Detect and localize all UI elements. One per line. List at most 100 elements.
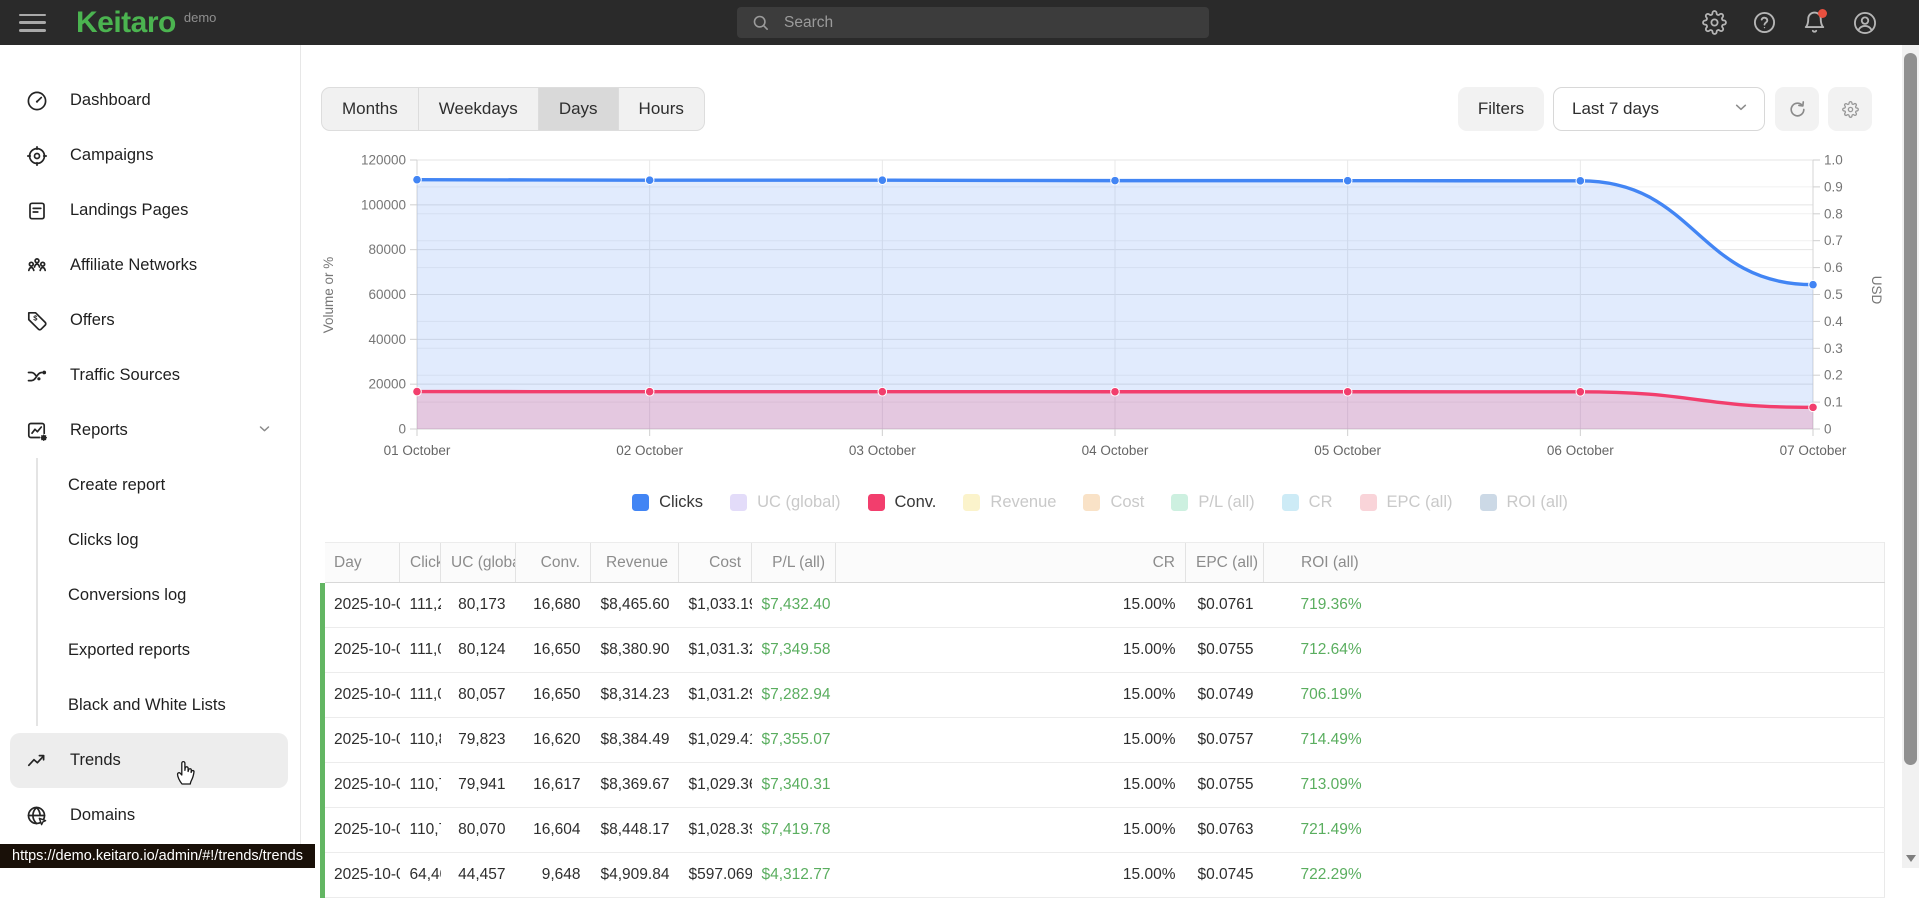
sidebar-item-affiliate-networks[interactable]: Affiliate Networks — [0, 238, 300, 293]
search-input[interactable] — [782, 12, 1209, 33]
svg-text:01 October: 01 October — [384, 443, 451, 458]
legend-item-epc-all[interactable]: EPC (all) — [1359, 493, 1453, 512]
legend-swatch — [867, 493, 885, 511]
tab-weekdays[interactable]: Weekdays — [419, 88, 539, 130]
column-header-roi-all[interactable]: ROI (all) — [1263, 542, 1885, 583]
chart-settings-button[interactable] — [1828, 87, 1872, 131]
cell-day: 2025-10-07 — [320, 852, 400, 898]
column-header-day[interactable]: Day — [322, 542, 400, 583]
sidebar-item-traffic-sources[interactable]: Traffic Sources — [0, 348, 300, 403]
trends-icon — [25, 749, 49, 773]
env-label: demo — [183, 10, 217, 25]
svg-text:0: 0 — [398, 422, 406, 437]
column-header-epc-all[interactable]: EPC (all) — [1185, 542, 1264, 583]
svg-text:03 October: 03 October — [849, 443, 916, 458]
tab-hours[interactable]: Hours — [619, 88, 704, 130]
cell-uc-global: 79,941 — [440, 762, 516, 808]
svg-text:0.1: 0.1 — [1824, 395, 1843, 410]
cell-cr: 15.00% — [835, 672, 1186, 718]
date-range-select[interactable]: Last 7 days — [1553, 87, 1765, 131]
scroll-down-arrow-icon[interactable] — [1905, 855, 1916, 862]
sidebar-item-offers[interactable]: $ Offers — [0, 293, 300, 348]
svg-text:0.5: 0.5 — [1824, 287, 1843, 302]
cell-cost: $1,033.1989 — [678, 582, 752, 628]
sidebar-item-create-report[interactable]: Create report — [0, 458, 300, 513]
svg-text:1.0: 1.0 — [1824, 153, 1843, 168]
cell-roi-all: 722.29% — [1263, 852, 1885, 898]
topbar: Keitaro demo — [0, 0, 1919, 45]
tab-months[interactable]: Months — [322, 88, 419, 130]
legend-item-conv[interactable]: Conv. — [867, 493, 936, 512]
legend-item-clicks[interactable]: Clicks — [632, 493, 703, 512]
sidebar-item-campaigns[interactable]: Campaigns — [0, 128, 300, 183]
sidebar-item-exported-reports[interactable]: Exported reports — [0, 623, 300, 678]
legend-label: Cost — [1110, 492, 1145, 511]
table-row: 2025-10-05110,7979,94116,617$8,369.67$1,… — [320, 762, 1885, 808]
legend-swatch — [1171, 493, 1189, 511]
sidebar-item-black-and-white-lists[interactable]: Black and White Lists — [0, 678, 300, 733]
legend-item-p-l-all[interactable]: P/L (all) — [1171, 493, 1255, 512]
profile-button[interactable] — [1851, 9, 1878, 36]
scrollbar-thumb[interactable] — [1904, 53, 1917, 765]
sidebar-item-trends[interactable]: Trends — [10, 733, 288, 788]
legend-item-roi-all[interactable]: ROI (all) — [1479, 493, 1568, 512]
column-header-uc-global[interactable]: UC (global) — [440, 542, 516, 583]
domains-icon — [25, 804, 49, 828]
column-header-conv[interactable]: Conv. — [515, 542, 591, 583]
notifications-button[interactable] — [1801, 9, 1828, 36]
sidebar-item-clicks-log[interactable]: Clicks log — [0, 513, 300, 568]
chevron-down-icon — [1733, 99, 1749, 120]
cell-clicks: 110,70 — [399, 807, 441, 853]
column-header-p-l-all[interactable]: P/L (all) — [751, 542, 836, 583]
cell-revenue: $8,314.23 — [590, 672, 679, 718]
refresh-button[interactable] — [1775, 87, 1819, 131]
page-scrollbar[interactable] — [1902, 45, 1919, 868]
legend-item-uc-global[interactable]: UC (global) — [730, 493, 841, 512]
svg-text:07 October: 07 October — [1780, 443, 1847, 458]
cell-roi-all: 719.36% — [1263, 582, 1885, 628]
sidebar-item-dashboard[interactable]: Dashboard — [0, 73, 300, 128]
legend-item-cr[interactable]: CR — [1281, 493, 1333, 512]
date-range-value: Last 7 days — [1572, 99, 1659, 118]
cell-uc-global: 80,057 — [440, 672, 516, 718]
cell-cost: $1,031.3216 — [678, 627, 752, 673]
legend-swatch — [1479, 493, 1497, 511]
cell-day: 2025-10-06 — [320, 807, 400, 853]
sidebar-item-conversions-log[interactable]: Conversions log — [0, 568, 300, 623]
app-logo[interactable]: Keitaro — [76, 0, 176, 45]
notification-badge — [1818, 9, 1827, 18]
cell-roi-all: 714.49% — [1263, 717, 1885, 763]
link-preview-statusbar: https://demo.keitaro.io/admin/#!/trends/… — [0, 844, 315, 868]
legend-item-cost[interactable]: Cost — [1083, 493, 1144, 512]
sidebar-item-label: Traffic Sources — [70, 366, 181, 384]
cell-conv: 16,650 — [515, 627, 591, 673]
user-icon — [1853, 11, 1876, 34]
cell-p-l-all: $7,432.40 — [751, 582, 836, 628]
menu-toggle-icon[interactable] — [19, 13, 46, 32]
cell-cr: 15.00% — [835, 627, 1186, 673]
legend-item-revenue[interactable]: Revenue — [963, 493, 1056, 512]
cell-epc-all: $0.0749 — [1185, 672, 1264, 718]
legend-swatch — [1083, 493, 1101, 511]
tab-days[interactable]: Days — [538, 88, 619, 130]
global-search[interactable] — [737, 7, 1209, 38]
column-header-cost[interactable]: Cost — [678, 542, 752, 583]
legend-label: Clicks — [659, 492, 704, 511]
column-header-revenue[interactable]: Revenue — [590, 542, 679, 583]
settings-button[interactable] — [1701, 9, 1728, 36]
cell-conv: 16,617 — [515, 762, 591, 808]
sidebar-item-reports[interactable]: Reports — [0, 403, 300, 458]
gear-icon — [1702, 10, 1727, 35]
cell-uc-global: 44,457 — [440, 852, 516, 898]
sidebar-item-landings-pages[interactable]: Landings Pages — [0, 183, 300, 238]
column-header-cr[interactable]: CR — [835, 542, 1186, 583]
sidebar-item-domains[interactable]: Domains — [0, 788, 300, 843]
sidebar-item-label: Affiliate Networks — [70, 256, 198, 274]
svg-text:USD: USD — [1869, 276, 1884, 305]
help-button[interactable] — [1751, 9, 1778, 36]
svg-text:0: 0 — [1824, 422, 1832, 437]
filters-button[interactable]: Filters — [1458, 87, 1544, 131]
cell-clicks: 111,00 — [399, 672, 441, 718]
column-header-clicks[interactable]: Clicks — [399, 542, 441, 583]
cell-roi-all: 706.19% — [1263, 672, 1885, 718]
